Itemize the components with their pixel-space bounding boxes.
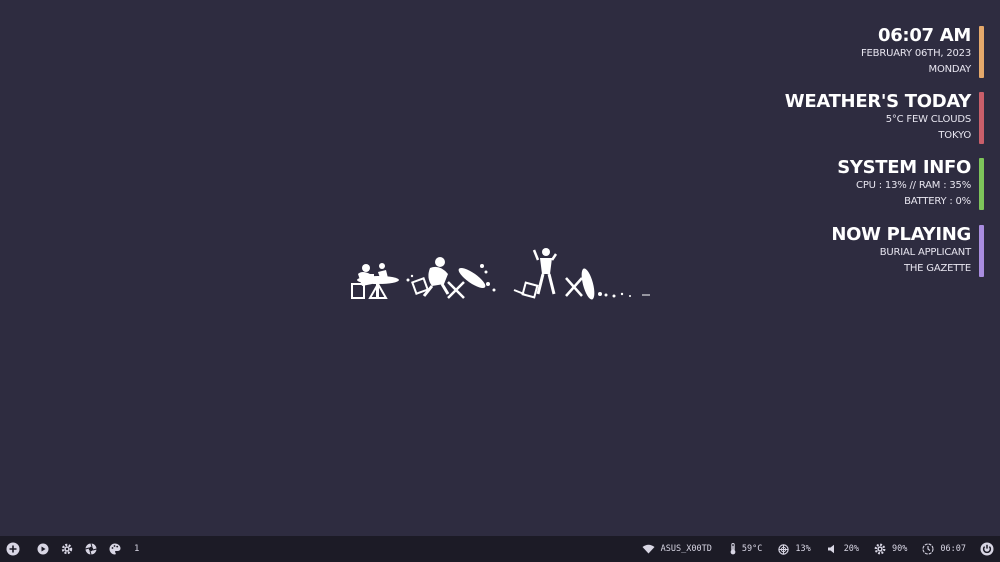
palette-icon[interactable]: [108, 542, 122, 556]
temperature-value: 59°C: [741, 544, 763, 554]
system-widget: SYSTEM INFO CPU : 13% // RAM : 35% BATTE…: [837, 158, 984, 210]
speaker-icon: [825, 542, 839, 556]
system-battery: BATTERY : 0%: [904, 196, 971, 207]
taskbar: 1 ASUS_X00TD 59°C 13% 20% 90% 06:07: [0, 536, 1000, 562]
clock-icon: [921, 542, 935, 556]
play-icon[interactable]: [36, 542, 50, 556]
clock-day: MONDAY: [928, 64, 972, 75]
music-artist: THE GAZETTE: [903, 263, 971, 274]
weather-title: WEATHER'S TODAY: [784, 91, 972, 112]
system-cpu-ram: CPU : 13% // RAM : 35%: [856, 180, 971, 191]
plus-circle-icon[interactable]: [6, 542, 20, 556]
cpu-value: 13%: [795, 544, 811, 554]
music-widget: NOW PLAYING BURIAL APPLICANT THE GAZETTE: [831, 225, 984, 277]
clock-widget: 06:07 AM FEBRUARY 06TH, 2023 MONDAY: [861, 26, 984, 78]
power-icon[interactable]: [980, 542, 994, 556]
system-title: SYSTEM INFO: [837, 157, 971, 178]
music-title: NOW PLAYING: [831, 224, 971, 245]
time-module[interactable]: 06:07: [921, 542, 966, 556]
brightness-module[interactable]: 90%: [873, 542, 907, 556]
taskbar-right: ASUS_X00TD 59°C 13% 20% 90% 06:07: [628, 542, 994, 556]
brightness-value: 90%: [892, 544, 908, 554]
music-track: BURIAL APPLICANT: [879, 247, 972, 258]
taskbar-left: 1: [6, 542, 149, 556]
power-module[interactable]: [980, 542, 994, 556]
gear-icon[interactable]: [60, 542, 74, 556]
clock-accent-bar: [979, 26, 984, 78]
temperature-module[interactable]: 59°C: [726, 542, 762, 556]
sun-icon: [873, 542, 887, 556]
volume-module[interactable]: 20%: [825, 542, 859, 556]
aperture-icon[interactable]: [84, 542, 98, 556]
weather-widget: WEATHER'S TODAY 5°C FEW CLOUDS TOKYO: [785, 92, 984, 144]
thermometer-icon: [726, 542, 740, 556]
volume-value: 20%: [843, 544, 860, 554]
music-accent-bar: [979, 225, 984, 277]
weather-condition: 5°C FEW CLOUDS: [885, 114, 971, 125]
cpu-module[interactable]: 13%: [776, 542, 811, 556]
wifi-icon: [642, 542, 656, 556]
time-value: 06:07: [940, 544, 966, 554]
clock-date: FEBRUARY 06TH, 2023: [861, 48, 971, 59]
workspace-indicator[interactable]: 1: [134, 544, 139, 554]
cpu-icon: [776, 542, 790, 556]
system-accent-bar: [979, 158, 984, 210]
wifi-ssid: ASUS_X00TD: [660, 544, 712, 554]
clock-time: 06:07 AM: [877, 25, 971, 46]
wallpaper-silhouette-art: [351, 248, 650, 300]
weather-location: TOKYO: [938, 130, 971, 141]
weather-accent-bar: [979, 92, 984, 144]
wifi-module[interactable]: ASUS_X00TD: [642, 542, 712, 556]
